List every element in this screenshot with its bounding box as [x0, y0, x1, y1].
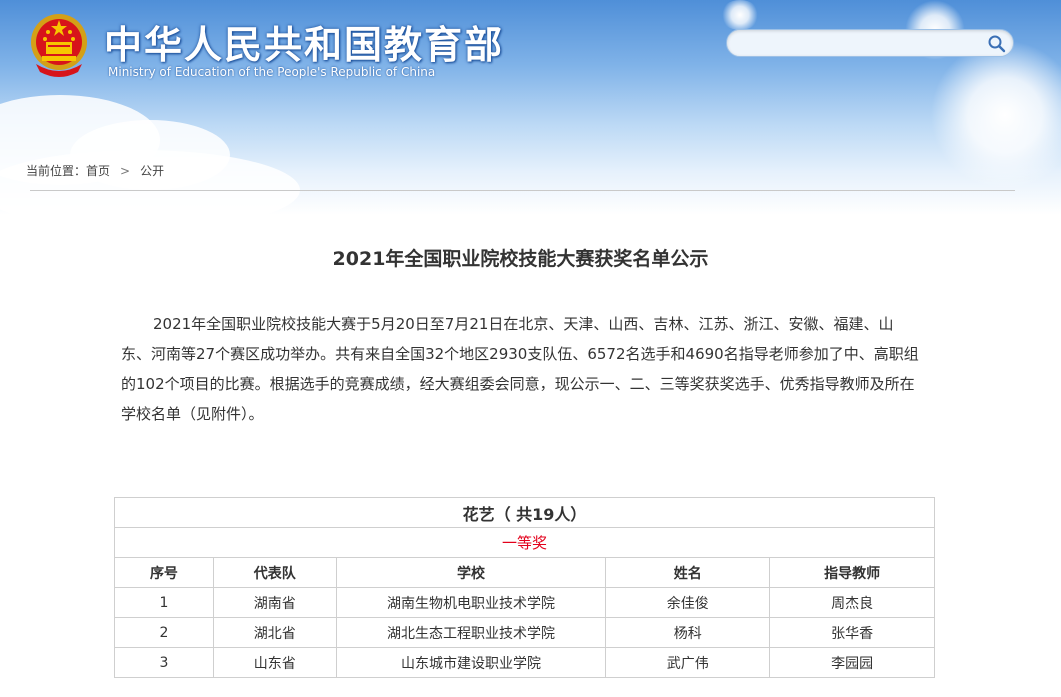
cell-school: 湖南生物机电职业技术学院 — [335, 587, 607, 618]
cell-index: 1 — [114, 587, 214, 618]
site-header: 中华人民共和国教育部 Ministry of Education of the … — [0, 0, 1061, 215]
article-body: 2021年全国职业院校技能大赛于5月20日至7月21日在北京、天津、山西、吉林、… — [121, 315, 919, 423]
cell-team: 湖南省 — [212, 587, 337, 618]
category-title: 花艺（ 共19人） — [114, 497, 935, 528]
cell-instructor: 张华香 — [769, 617, 935, 648]
cloud-decoration — [0, 150, 300, 215]
cell-school: 湖北生态工程职业技术学院 — [335, 617, 607, 648]
table-category-row: 花艺（ 共19人） — [114, 497, 935, 528]
prize-level: 一等奖 — [114, 527, 935, 558]
table-row: 2 湖北省 湖北生态工程职业技术学院 杨科 张华香 — [114, 617, 935, 648]
search-box — [726, 29, 1014, 57]
column-header-instructor: 指导教师 — [769, 557, 935, 588]
chevron-right-icon: > — [120, 164, 131, 178]
cell-index: 2 — [114, 617, 214, 648]
breadcrumb-public-link[interactable]: 公开 — [140, 164, 164, 178]
table-row: 1 湖南省 湖南生物机电职业技术学院 余佳俊 周杰良 — [114, 587, 935, 618]
site-title: 中华人民共和国教育部 — [104, 23, 505, 67]
cell-instructor: 周杰良 — [769, 587, 935, 618]
site-subtitle: Ministry of Education of the People's Re… — [108, 65, 436, 79]
table-prize-row: 一等奖 — [114, 527, 935, 558]
cell-instructor: 李园园 — [769, 647, 935, 678]
cell-team: 湖北省 — [212, 617, 337, 648]
cell-school: 山东城市建设职业学院 — [335, 647, 607, 678]
column-header-team: 代表队 — [212, 557, 337, 588]
breadcrumb-label: 当前位置： — [26, 164, 87, 178]
cell-team: 山东省 — [212, 647, 337, 678]
table-row: 3 山东省 山东城市建设职业学院 武广伟 李园园 — [114, 647, 935, 678]
cell-index: 3 — [114, 647, 214, 678]
dandelion-decoration — [720, 0, 760, 30]
article-title: 2021年全国职业院校技能大赛获奖名单公示 — [332, 248, 709, 270]
breadcrumb-divider — [30, 190, 1015, 191]
search-icon[interactable] — [987, 34, 1007, 54]
award-table: 花艺（ 共19人） 一等奖 序号 代表队 学校 姓名 指导教师 1 湖南省 湖南… — [114, 497, 935, 678]
column-header-school: 学校 — [335, 557, 607, 588]
breadcrumb-home-link[interactable]: 首页 — [86, 164, 110, 178]
search-input[interactable] — [739, 34, 983, 54]
breadcrumb: 当前位置：首页 > 公开 — [26, 162, 164, 179]
cell-name: 杨科 — [605, 617, 771, 648]
column-header-index: 序号 — [114, 557, 214, 588]
column-header-name: 姓名 — [605, 557, 771, 588]
cell-name: 余佳俊 — [605, 587, 771, 618]
dandelion-decoration — [930, 40, 1061, 190]
national-emblem-icon — [31, 14, 87, 77]
cell-name: 武广伟 — [605, 647, 771, 678]
table-header-row: 序号 代表队 学校 姓名 指导教师 — [114, 557, 935, 588]
